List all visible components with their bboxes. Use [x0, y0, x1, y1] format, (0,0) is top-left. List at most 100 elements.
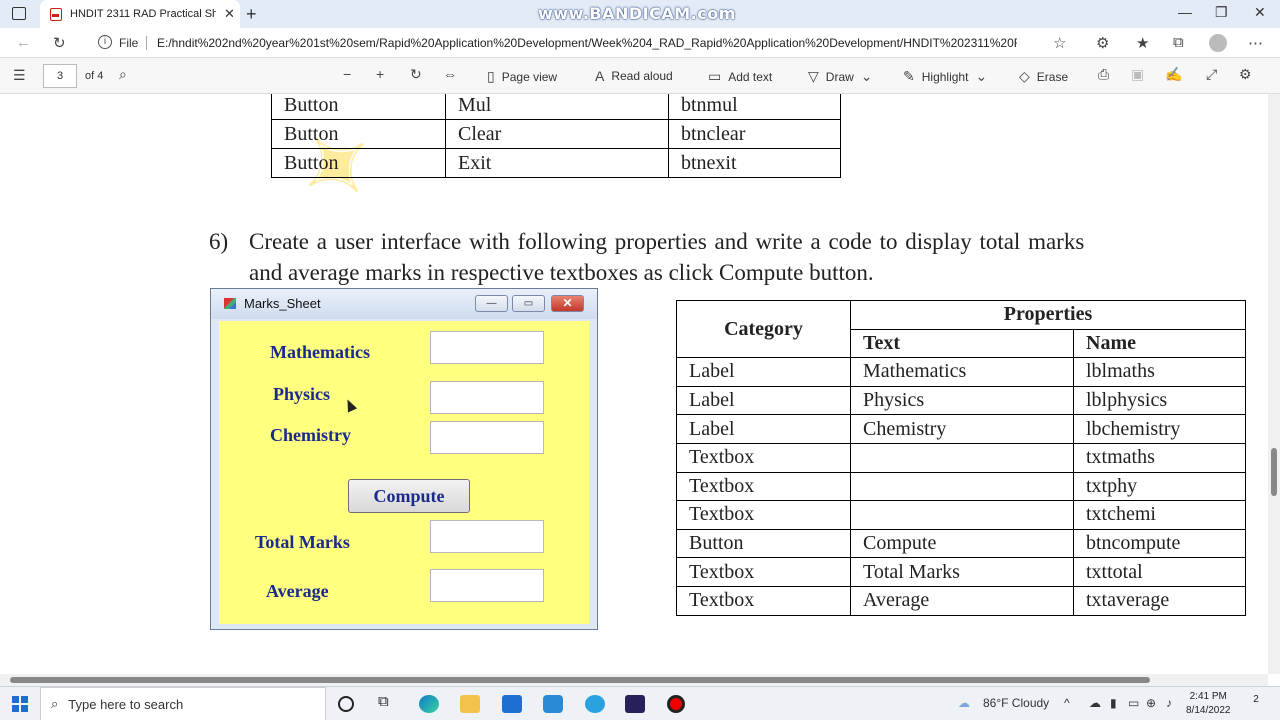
url-input[interactable]: E:/hndit%202nd%20year%201st%20sem/Rapid%… [157, 36, 1017, 50]
table-cell: txtchemi [1073, 500, 1246, 530]
form-minimize-icon: — [475, 295, 508, 312]
properties-table: Category Properties Text Name Label Mathe… [676, 299, 1246, 616]
back-icon[interactable]: ← [16, 34, 31, 51]
table-cell: Button [676, 528, 851, 559]
table-cell: Textbox [676, 557, 851, 587]
table-row: Textbox txtchemi [676, 500, 1246, 530]
add-text-icon: ▭ [708, 68, 722, 84]
physics-label: Physics [273, 384, 331, 404]
print-icon[interactable]: ⎙ [1098, 66, 1109, 83]
vscode-icon[interactable] [543, 695, 563, 713]
more-options-icon[interactable]: ⋯ [1248, 34, 1263, 52]
table-cell: txtphy [1073, 471, 1246, 502]
table-cell: Button [271, 148, 446, 178]
pdf-document-page: ✦ Button Mul btnmul Button Clear btnclea… [0, 94, 1268, 674]
name-header: Name [1073, 328, 1246, 359]
close-window-button[interactable]: ✕ [1254, 4, 1266, 21]
site-info-icon[interactable]: i [98, 35, 112, 49]
microphone-icon[interactable]: ▮ [1110, 696, 1117, 710]
task-view-icon[interactable]: ⧉ [378, 693, 398, 711]
tab-actions-icon[interactable] [12, 7, 26, 20]
cortana-icon[interactable] [338, 696, 354, 712]
new-tab-button[interactable]: + [246, 4, 257, 25]
table-cell: btnexit [668, 148, 841, 178]
weather-status[interactable]: 86°F Cloudy [983, 696, 1049, 710]
page-number-input[interactable]: 3 [43, 64, 77, 88]
page-view-button[interactable]: ▯ Page view [487, 68, 557, 85]
rotate-icon[interactable]: ↻ [410, 66, 422, 83]
add-text-label: Add text [728, 69, 773, 84]
question-number: 6) [209, 229, 229, 254]
tab-close-icon[interactable]: ✕ [224, 6, 240, 22]
settings-gear-icon[interactable]: ⚙ [1239, 66, 1252, 83]
chemistry-label: Chemistry [270, 425, 351, 445]
table-cell: Textbox [676, 585, 851, 616]
volume-icon[interactable]: ♪ [1166, 696, 1172, 710]
properties-header: Properties [850, 300, 1246, 330]
table-cell: btnclear [668, 119, 841, 149]
collections-icon[interactable]: ⧉ [1173, 34, 1184, 51]
fullscreen-icon[interactable]: ⤢ [1206, 66, 1217, 83]
notification-center-icon[interactable]: 2 [1245, 694, 1267, 714]
save-as-icon[interactable]: ✍ [1165, 66, 1182, 83]
vertical-scrollbar[interactable] [1268, 94, 1280, 674]
telegram-icon[interactable] [585, 695, 605, 713]
buttons-properties-table: Button Mul btnmul Button Clear btnclear … [271, 94, 841, 178]
taskbar-search-box[interactable]: ⌕ Type here to search [40, 687, 326, 720]
profile-avatar[interactable] [1209, 34, 1227, 52]
fit-page-icon[interactable]: ⇔ [443, 66, 457, 82]
table-header-row: Category Properties [676, 299, 1246, 359]
extensions-icon[interactable]: ⚙ [1096, 34, 1109, 52]
visual-studio-icon[interactable] [625, 695, 645, 713]
refresh-icon[interactable]: ↻ [53, 34, 66, 52]
scrollbar-thumb[interactable] [10, 677, 1150, 683]
highlight-chevron-down-icon[interactable]: ⌄ [975, 68, 987, 85]
address-bar: ← ↻ i File E:/hndit%202nd%20year%201st%2… [0, 28, 1280, 58]
draw-button[interactable]: ▽ Draw ⌄ [808, 68, 873, 85]
highlight-button[interactable]: ✎ Highlight ⌄ [903, 68, 987, 85]
table-cell: Textbox [676, 471, 851, 502]
onedrive-icon[interactable]: ☁ [1089, 696, 1101, 710]
chemistry-textbox [430, 421, 544, 454]
taskbar-search-placeholder: Type here to search [68, 696, 184, 712]
read-aloud-label: Read aloud [611, 69, 673, 83]
bandicam-record-icon[interactable] [667, 695, 685, 713]
table-row: Label Chemistry lbchemistry [676, 414, 1246, 444]
file-explorer-icon[interactable] [460, 695, 480, 713]
table-cell: Physics [850, 385, 1074, 416]
zoom-out-icon[interactable]: − [343, 66, 351, 82]
form-title: Marks_Sheet [244, 296, 321, 311]
maximize-window-button[interactable]: ❐ [1215, 4, 1228, 21]
browser-tab[interactable]: HNDIT 2311 RAD Practical Sheet ✕ [40, 0, 240, 28]
minimize-window-button[interactable]: — [1178, 4, 1192, 20]
windows-start-icon[interactable] [12, 696, 28, 712]
page-view-label: Page view [501, 69, 558, 84]
favorites-icon[interactable]: ★ [1136, 34, 1149, 52]
scrollbar-thumb[interactable] [1271, 448, 1277, 496]
find-icon[interactable]: ⌕ [119, 66, 127, 83]
highlight-label: Highlight [921, 69, 969, 84]
add-text-button[interactable]: ▭ Add text [708, 68, 772, 85]
read-aloud-icon: A [595, 68, 605, 84]
table-row: Textbox txtphy [676, 471, 1246, 502]
table-cell: lblphysics [1073, 385, 1246, 416]
erase-button[interactable]: ◇ Erase [1019, 68, 1068, 85]
table-row: Button Mul btnmul [271, 94, 841, 120]
horizontal-scrollbar[interactable] [0, 674, 1268, 686]
battery-icon[interactable]: ▭ [1128, 696, 1139, 710]
mail-icon[interactable] [502, 695, 522, 713]
system-clock[interactable]: 2:41 PM 8/14/2022 [1186, 690, 1231, 718]
table-cell: Textbox [676, 500, 851, 530]
zoom-in-icon[interactable]: + [376, 66, 384, 82]
read-aloud-button[interactable]: A Read aloud [595, 68, 673, 84]
edge-browser-icon[interactable] [419, 695, 439, 713]
tray-overflow-icon[interactable]: ^ [1064, 696, 1070, 710]
table-cell: Compute [850, 528, 1074, 559]
table-cell: txtaverage [1073, 585, 1246, 616]
favorite-star-icon[interactable]: ☆ [1053, 34, 1066, 52]
network-icon[interactable]: ⊕ [1146, 696, 1156, 710]
save-icon[interactable]: ▣ [1131, 66, 1144, 83]
draw-chevron-down-icon[interactable]: ⌄ [861, 68, 873, 85]
contents-icon[interactable]: ☰ [13, 67, 26, 84]
pdf-file-icon [50, 7, 62, 21]
